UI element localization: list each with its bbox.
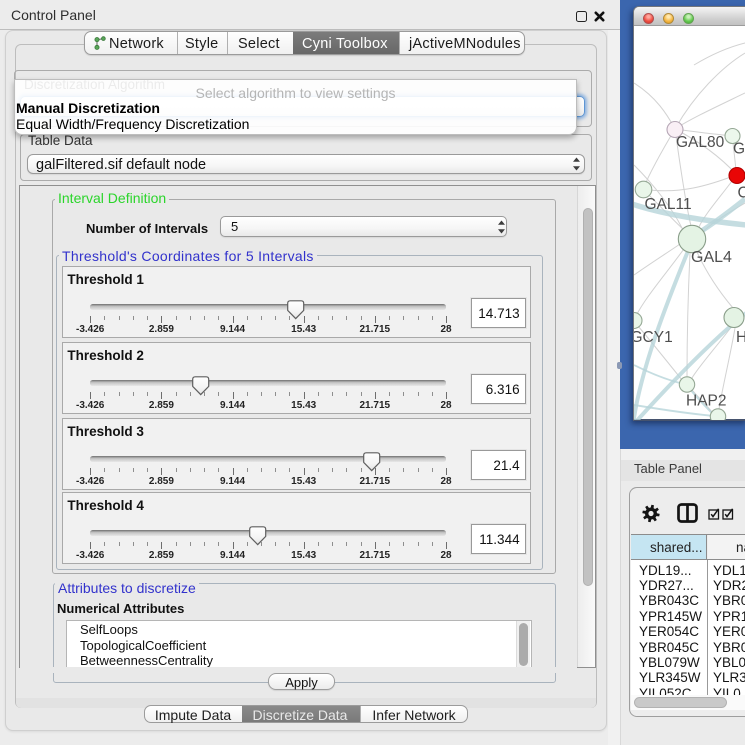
svg-text:GAL11: GAL11 [645, 196, 692, 213]
svg-text:HAP2: HAP2 [686, 393, 727, 410]
svg-text:H: H [736, 329, 745, 346]
svg-text:C: C [738, 185, 745, 202]
svg-text:GAL80: GAL80 [676, 134, 725, 151]
svg-text:GCY1: GCY1 [634, 329, 673, 346]
svg-text:GA: GA [733, 141, 745, 158]
svg-text:GAL4: GAL4 [691, 249, 732, 266]
